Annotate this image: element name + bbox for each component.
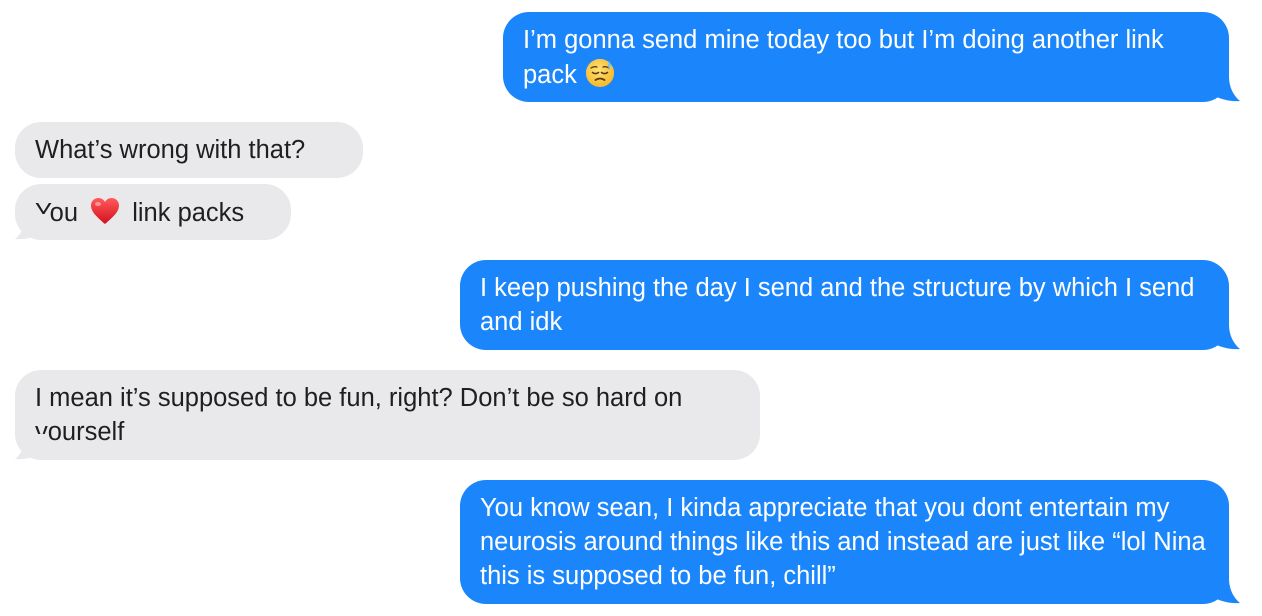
message-thread: I’m gonna send mine today too but I’m do…: [0, 0, 1262, 616]
sent-bubble-tail: [1208, 324, 1240, 350]
received-bubble-tail: [15, 434, 47, 460]
sent-bubble-tail: [1208, 578, 1240, 604]
received-message-bubble[interactable]: I mean it’s supposed to be fun, right? D…: [15, 370, 760, 460]
received-message-bubble[interactable]: What’s wrong with that?: [15, 122, 363, 178]
message-text: You know sean, I kinda appreciate that y…: [480, 494, 1206, 590]
received-message-bubble[interactable]: You link packs: [15, 184, 291, 240]
sent-message-bubble[interactable]: I’m gonna send mine today too but I’m do…: [503, 12, 1229, 102]
sent-bubble-tail: [1208, 76, 1240, 102]
red-heart-icon: [89, 195, 121, 227]
message-text: I’m gonna send mine today too but I’m do…: [523, 26, 1164, 89]
message-text: I mean it’s supposed to be fun, right? D…: [35, 384, 683, 446]
sent-message-bubble[interactable]: You know sean, I kinda appreciate that y…: [460, 480, 1229, 604]
received-bubble-tail: [15, 214, 47, 240]
sent-message-bubble[interactable]: I keep pushing the day I send and the st…: [460, 260, 1229, 350]
message-text: What’s wrong with that?: [35, 136, 306, 164]
message-text: I keep pushing the day I send and the st…: [480, 274, 1195, 336]
downcast-face-with-sweat-icon: [584, 57, 616, 89]
message-text-after: link packs: [132, 199, 245, 227]
